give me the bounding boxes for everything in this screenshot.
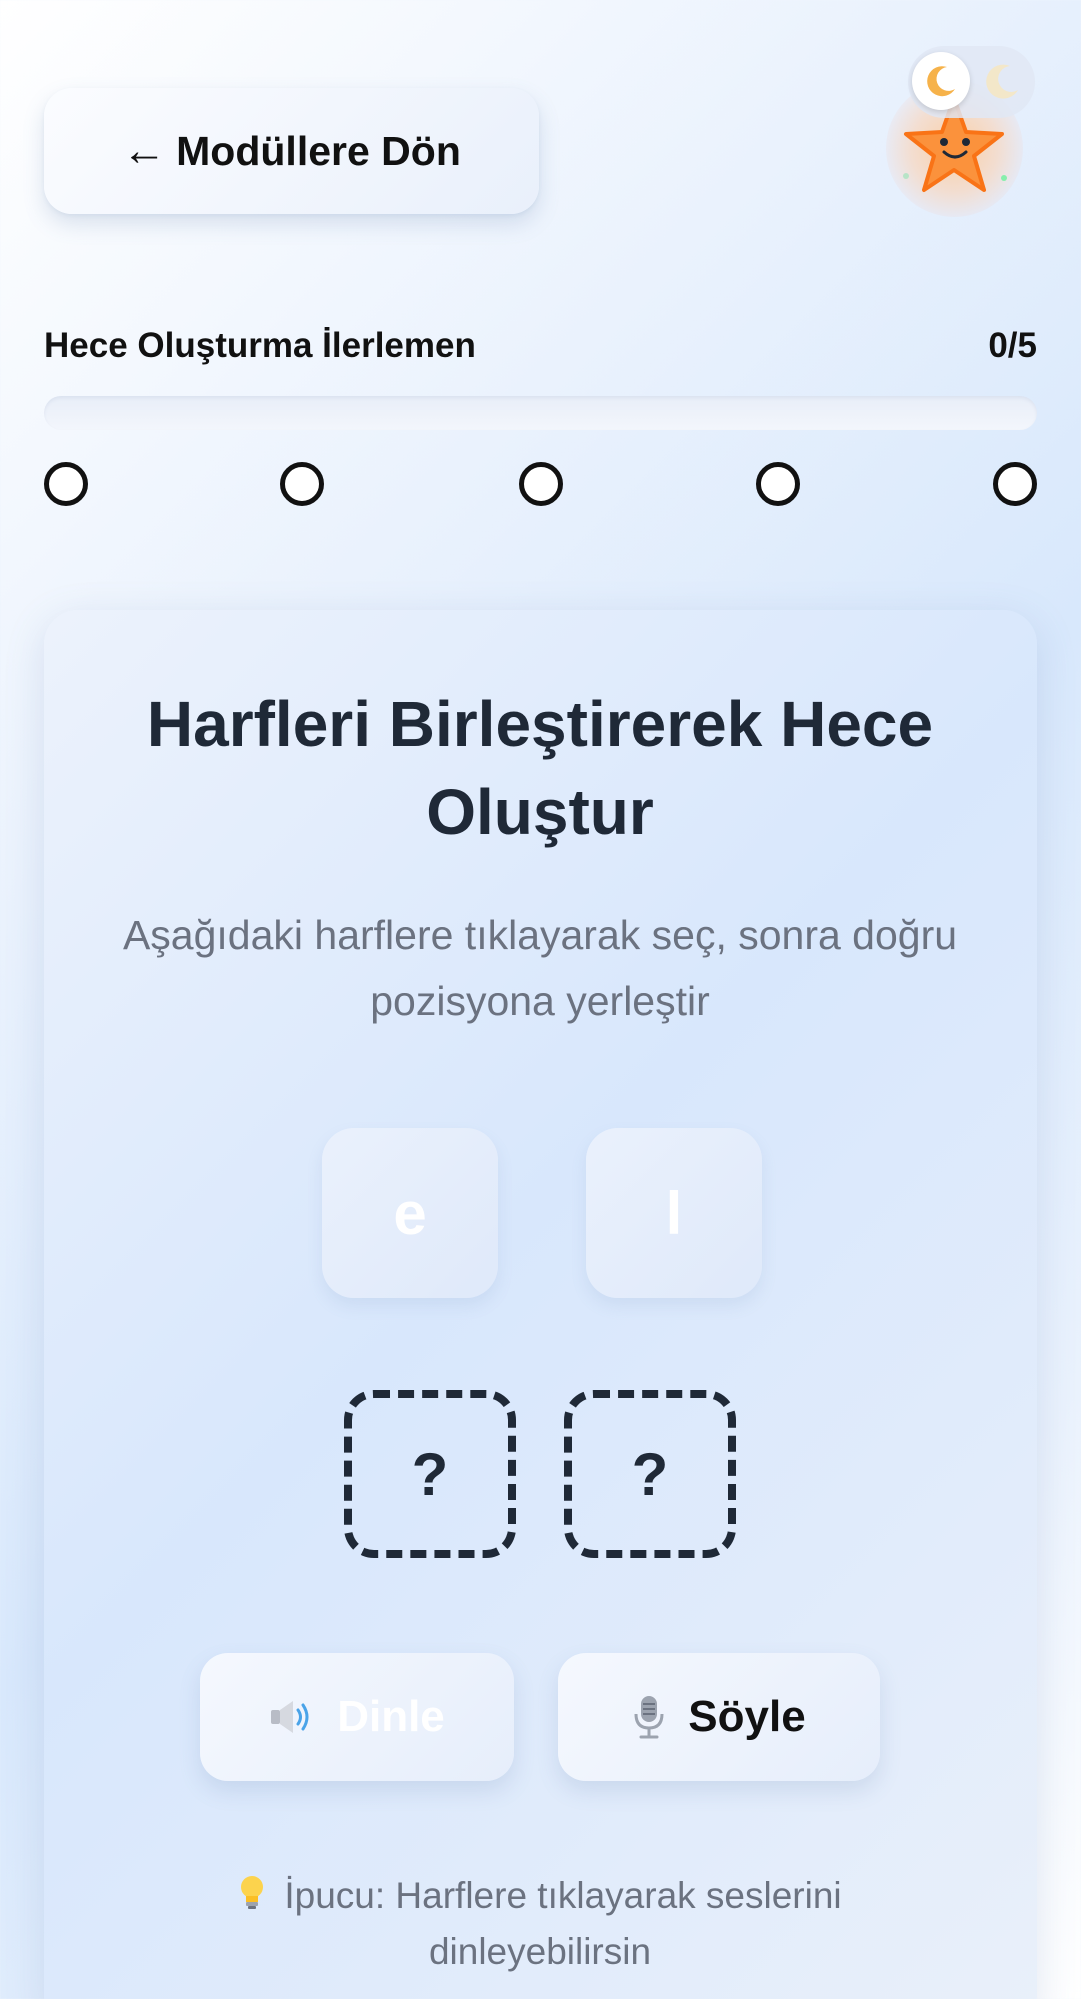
moon-icon xyxy=(927,66,955,97)
letter-tile[interactable]: e xyxy=(322,1128,498,1298)
hint-label: İpucu: Harflere tıklayarak seslerini din… xyxy=(284,1875,842,1972)
moon-icon[interactable] xyxy=(980,58,1026,104)
progress-step-dot xyxy=(44,462,88,506)
progress-step-dot xyxy=(756,462,800,506)
microphone-icon xyxy=(634,1696,664,1739)
listen-button[interactable]: Dinle xyxy=(200,1653,514,1781)
theme-toggle[interactable] xyxy=(908,46,1035,118)
syllable-slot[interactable]: ? xyxy=(564,1390,736,1558)
exercise-title: Harfleri Birleştirerek Hece Oluştur xyxy=(146,688,934,848)
speak-button[interactable]: Söyle xyxy=(558,1653,880,1781)
progress-step-dot xyxy=(993,462,1037,506)
progress-count: 0/5 xyxy=(988,326,1037,365)
syllable-slot[interactable]: ? xyxy=(344,1390,516,1558)
progress-bar xyxy=(44,396,1037,430)
progress-step-dot xyxy=(519,462,563,506)
theme-light-knob[interactable] xyxy=(912,52,970,110)
exercise-instructions: Aşağıdaki harflere tıklayarak seç, sonra… xyxy=(122,912,958,1024)
back-to-modules-button[interactable]: ← Modüllere Dön xyxy=(44,88,539,214)
progress-step-dot xyxy=(280,462,324,506)
back-button-label: Modüllere Dön xyxy=(176,127,461,174)
letter-tile[interactable]: l xyxy=(586,1128,762,1298)
speaker-icon xyxy=(271,1701,309,1733)
speak-button-label: Söyle xyxy=(688,1692,806,1741)
progress-title: Hece Oluşturma İlerlemen xyxy=(44,326,476,365)
listen-button-label: Dinle xyxy=(337,1692,445,1741)
lightbulb-icon xyxy=(241,1876,264,1909)
arrow-left-icon: ← xyxy=(122,126,167,175)
hint-text: İpucu: Harflere tıklayarak seslerini din… xyxy=(200,1868,880,1980)
